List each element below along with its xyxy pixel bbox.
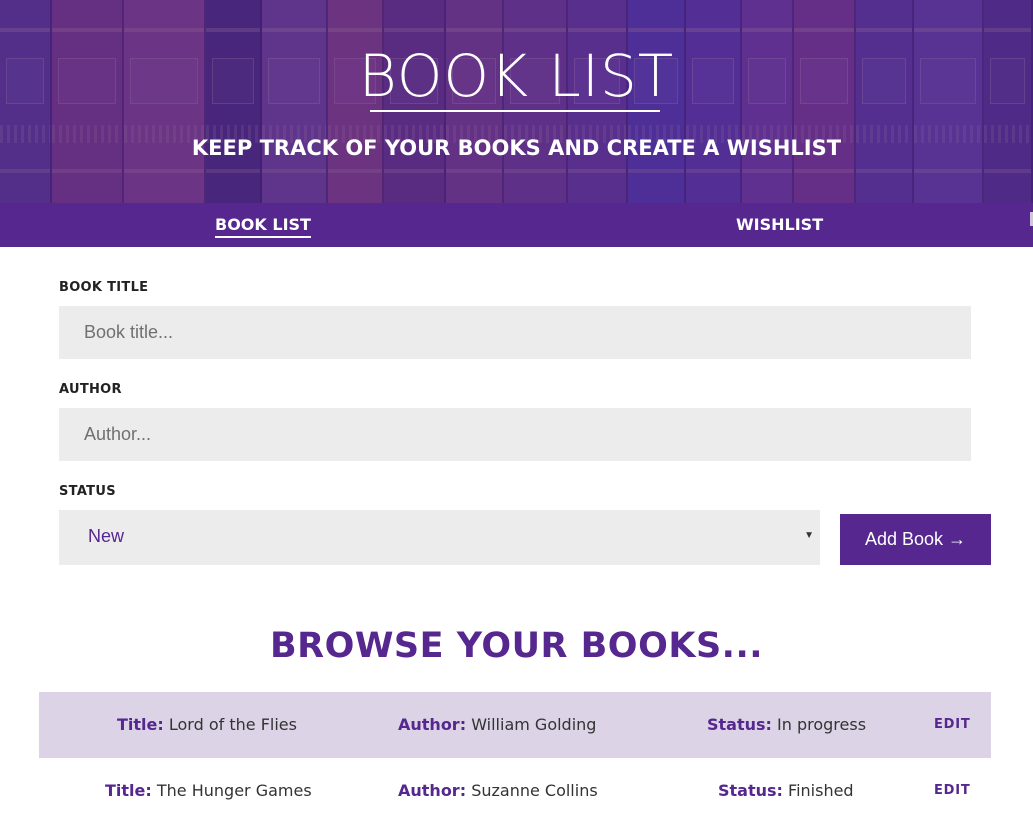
status-select[interactable]: New ▼	[59, 510, 820, 565]
book-title-label: BOOK TITLE	[59, 280, 149, 295]
author-prefix: Author:	[398, 781, 467, 800]
book-title-value: The Hunger Games	[156, 781, 312, 800]
main-nav: BOOK LIST WISHLIST	[0, 203, 1033, 247]
book-row: Title: Lord of the Flies Author: William…	[39, 692, 991, 758]
book-title-cell: Title: The Hunger Games	[105, 758, 312, 814]
tab-book-list-label: BOOK LIST	[215, 215, 311, 238]
book-author-value: Suzanne Collins	[471, 781, 598, 800]
author-label: AUTHOR	[59, 382, 122, 397]
status-select-value: New	[88, 526, 125, 546]
title-prefix: Title:	[117, 715, 164, 734]
status-prefix: Status:	[707, 715, 772, 734]
tab-book-list[interactable]: BOOK LIST	[215, 203, 311, 247]
book-status-value: In progress	[777, 715, 867, 734]
edit-book-link[interactable]: EDIT	[934, 758, 971, 814]
edit-book-link[interactable]: EDIT	[934, 692, 971, 758]
book-row: Title: The Hunger Games Author: Suzanne …	[39, 758, 991, 814]
page-subtitle: KEEP TRACK OF YOUR BOOKS AND CREATE A WI…	[191, 136, 842, 160]
author-prefix: Author:	[398, 715, 467, 734]
book-status-cell: Status: Finished	[718, 758, 854, 814]
status-prefix: Status:	[718, 781, 783, 800]
title-prefix: Title:	[105, 781, 152, 800]
caret-down-icon: ▼	[804, 530, 814, 541]
author-input[interactable]	[59, 408, 971, 461]
book-title-input[interactable]	[59, 306, 971, 359]
book-title-cell: Title: Lord of the Flies	[117, 692, 297, 758]
title-underline	[370, 110, 660, 112]
tab-wishlist-label: WISHLIST	[736, 215, 824, 234]
book-author-value: William Golding	[471, 715, 597, 734]
book-title-value: Lord of the Flies	[168, 715, 297, 734]
book-status-value: Finished	[788, 781, 854, 800]
status-label: STATUS	[59, 484, 116, 499]
book-status-cell: Status: In progress	[707, 692, 866, 758]
hero-banner: BOOK LIST KEEP TRACK OF YOUR BOOKS AND C…	[0, 0, 1033, 203]
page-title: BOOK LIST	[358, 42, 675, 110]
book-author-cell: Author: William Golding	[398, 692, 596, 758]
book-author-cell: Author: Suzanne Collins	[398, 758, 598, 814]
browse-books-heading: BROWSE YOUR BOOKS...	[269, 626, 764, 666]
add-book-button[interactable]: Add Book →	[840, 514, 991, 565]
tab-wishlist[interactable]: WISHLIST	[736, 203, 823, 247]
